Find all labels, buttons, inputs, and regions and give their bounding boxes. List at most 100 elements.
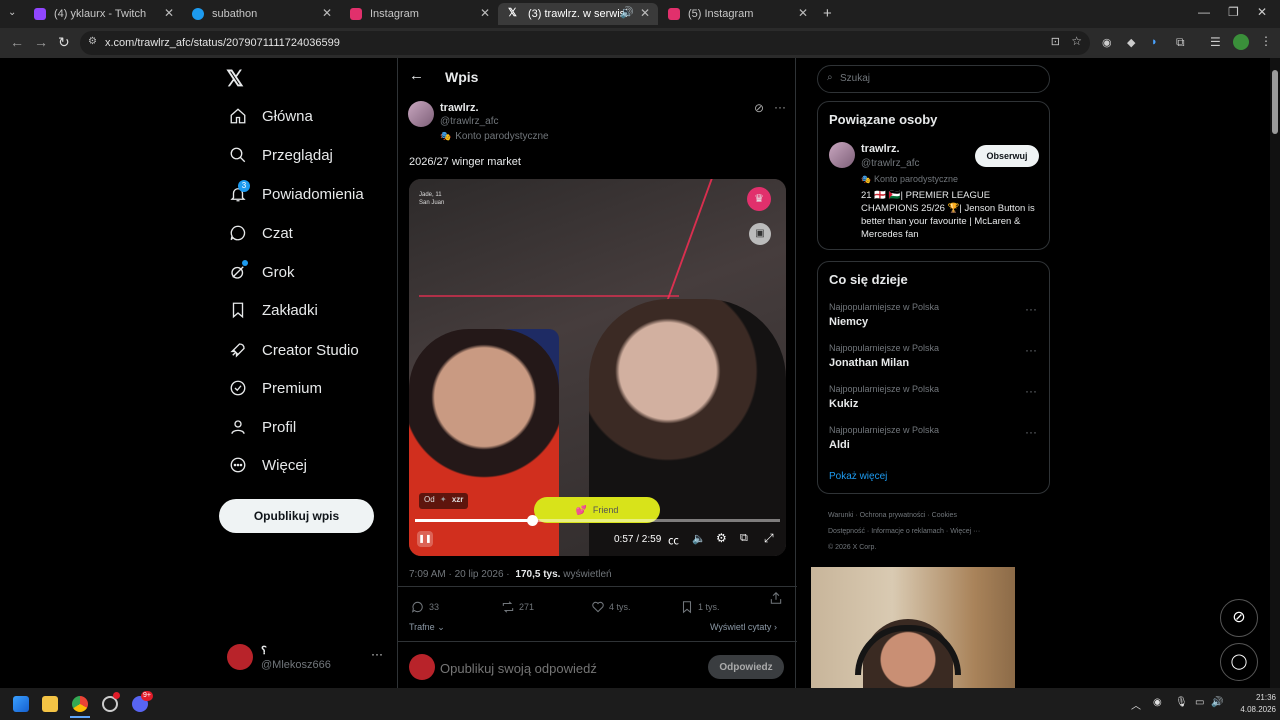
address-bar[interactable]: ⚙ x.com/trawlrz_afc/status/2079071111724…: [80, 31, 1090, 55]
sidebar-item-profile[interactable]: Profil: [228, 412, 296, 442]
browser-tab-x-post[interactable]: 𝕏 (3) trawlrz. w serwisie X: „2026/... 🔊…: [498, 3, 658, 25]
extension-icon[interactable]: ◆: [1127, 36, 1135, 49]
trend-item[interactable]: Najpopularniejsze w Polska Aldi: [829, 425, 1039, 451]
related-name[interactable]: trawlrz.: [861, 143, 900, 155]
trend-item[interactable]: Najpopularniejsze w Polska Kukiz: [829, 384, 1039, 410]
browser-menu-icon[interactable]: ⋮: [1260, 34, 1272, 48]
bookmark-button[interactable]: 1 tys.: [680, 600, 720, 614]
trend-more-icon[interactable]: ···: [1025, 384, 1037, 398]
captions-icon[interactable]: ㏄: [668, 532, 679, 548]
browser-tab-twitch[interactable]: (4) yklaurx - Twitch ✕: [24, 3, 182, 25]
new-tab-icon[interactable]: +: [823, 5, 832, 22]
reply-input[interactable]: [440, 659, 690, 677]
trend-item[interactable]: Najpopularniejsze w Polska Jonathan Mila…: [829, 343, 1039, 369]
reading-list-icon[interactable]: ☰: [1210, 35, 1221, 49]
footer-link[interactable]: Warunki: [828, 512, 853, 519]
close-window-icon[interactable]: ✕: [1257, 5, 1267, 19]
like-button[interactable]: 4 tys.: [591, 600, 631, 614]
maximize-window-icon[interactable]: ❐: [1228, 5, 1239, 19]
follow-button[interactable]: Obserwuj: [975, 145, 1039, 167]
sidebar-item-bookmarks[interactable]: Zakładki: [228, 295, 318, 325]
related-avatar[interactable]: [829, 142, 855, 168]
account-more-icon[interactable]: ···: [371, 647, 383, 661]
view-quotes-link[interactable]: Wyświetl cytaty ›: [710, 622, 777, 632]
reply-button[interactable]: 33: [411, 600, 439, 614]
browser-tab-instagram-2[interactable]: (5) Instagram ✕: [658, 3, 816, 25]
volume-icon[interactable]: 🔈: [692, 532, 706, 545]
pip-icon[interactable]: ⧉: [740, 532, 748, 545]
sidebar-item-premium[interactable]: Premium: [228, 373, 322, 403]
sidebar-item-chat[interactable]: Czat: [228, 218, 293, 248]
extension-icon[interactable]: ◉: [1102, 36, 1112, 49]
close-tab-icon[interactable]: ✕: [480, 6, 490, 20]
profile-avatar[interactable]: [1233, 34, 1249, 50]
footer-link[interactable]: Więcej ···: [950, 528, 980, 535]
related-handle[interactable]: @trawlrz_afc: [861, 158, 920, 169]
sidebar-item-notifications[interactable]: 3 Powiadomienia: [228, 179, 364, 209]
footer-link[interactable]: Dostępność: [828, 528, 865, 535]
post-more-icon[interactable]: ···: [774, 100, 786, 114]
search-box[interactable]: ⌕ Szukaj: [817, 65, 1050, 93]
repost-button[interactable]: 271: [501, 600, 534, 614]
sidebar-item-home[interactable]: Główna: [228, 101, 313, 131]
grok-floating-icon[interactable]: ⊘: [1220, 599, 1258, 637]
file-explorer-icon[interactable]: [42, 696, 58, 712]
tab-audio-icon[interactable]: 🔊: [620, 6, 634, 19]
settings-gear-icon[interactable]: ⚙: [716, 531, 727, 545]
trend-more-icon[interactable]: ···: [1025, 343, 1037, 357]
publish-post-button[interactable]: Opublikuj wpis: [219, 499, 374, 533]
post-timestamp[interactable]: 7:09 AM · 20 lip 2026 ·: [409, 569, 510, 580]
back-arrow-icon[interactable]: ←: [10, 34, 24, 50]
close-tab-icon[interactable]: ✕: [322, 6, 332, 20]
trend-more-icon[interactable]: ···: [1025, 425, 1037, 439]
account-switcher[interactable]: ⸮ @Mlekosz666 ···: [227, 644, 387, 674]
install-app-icon[interactable]: ⊡: [1051, 35, 1060, 48]
show-more-link[interactable]: Pokaż więcej: [829, 471, 887, 482]
sort-dropdown[interactable]: Trafne ⌄: [409, 622, 445, 633]
bookmark-star-icon[interactable]: ☆: [1071, 34, 1082, 48]
x-logo-icon[interactable]: 𝕏: [226, 66, 244, 92]
back-arrow-icon[interactable]: ←: [409, 67, 424, 84]
extension-icon[interactable]: ◗: [1151, 36, 1158, 48]
close-tab-icon[interactable]: ✕: [640, 6, 650, 20]
chrome-icon[interactable]: [72, 696, 88, 712]
footer-link[interactable]: Cookies: [932, 512, 957, 519]
footer-link[interactable]: Informacje o reklamach: [871, 528, 944, 535]
sidebar-item-creator-studio[interactable]: Creator Studio: [228, 335, 359, 365]
reload-icon[interactable]: ↻: [58, 34, 70, 51]
tray-discord-icon[interactable]: ◉: [1153, 697, 1162, 708]
pause-icon[interactable]: ❚❚: [417, 531, 433, 547]
share-button[interactable]: [769, 591, 787, 605]
trend-item[interactable]: Najpopularniejsze w Polska Niemcy: [829, 302, 1039, 328]
minimize-window-icon[interactable]: —: [1198, 5, 1210, 19]
grok-explain-icon[interactable]: ⊘: [754, 101, 764, 115]
site-info-icon[interactable]: ⚙: [88, 36, 97, 47]
browser-tab-subathon[interactable]: subathon ✕: [182, 3, 340, 25]
tab-list-chevron-icon[interactable]: ⌄: [8, 7, 16, 18]
extensions-puzzle-icon[interactable]: ⧉: [1176, 35, 1185, 50]
trend-more-icon[interactable]: ···: [1025, 302, 1037, 316]
author-handle[interactable]: @trawlrz_afc: [440, 116, 499, 127]
fullscreen-icon[interactable]: ⤢: [764, 531, 774, 546]
browser-tab-instagram[interactable]: Instagram ✕: [340, 3, 498, 25]
forward-arrow-icon[interactable]: →: [34, 34, 48, 50]
network-icon[interactable]: ▭: [1195, 697, 1204, 708]
author-name[interactable]: trawlrz.: [440, 102, 479, 114]
messages-floating-icon[interactable]: ◯: [1220, 643, 1258, 681]
video-player[interactable]: Jade, 11 San Juan ♛ ▣ Od ✦ xzr 💕 Friend ❚…: [409, 179, 786, 556]
volume-icon[interactable]: 🔊: [1211, 697, 1223, 708]
sidebar-item-grok[interactable]: Grok: [228, 257, 295, 287]
windows-start-icon[interactable]: [13, 696, 29, 712]
microphone-icon[interactable]: 🎙: [1175, 697, 1188, 708]
sidebar-item-more[interactable]: Więcej: [228, 450, 307, 480]
tray-chevron-icon[interactable]: ︿: [1131, 697, 1141, 712]
video-progress-knob[interactable]: [526, 515, 538, 526]
close-tab-icon[interactable]: ✕: [164, 6, 174, 20]
sidebar-item-explore[interactable]: Przeglądaj: [228, 140, 333, 170]
footer-link[interactable]: Ochrona prywatności: [860, 512, 926, 519]
close-tab-icon[interactable]: ✕: [798, 6, 808, 20]
page-scrollbar[interactable]: [1270, 58, 1280, 688]
author-avatar[interactable]: [408, 101, 434, 127]
clock[interactable]: 21:36 4.08.2026: [1228, 692, 1276, 716]
reply-submit-button[interactable]: Odpowiedz: [708, 655, 784, 679]
